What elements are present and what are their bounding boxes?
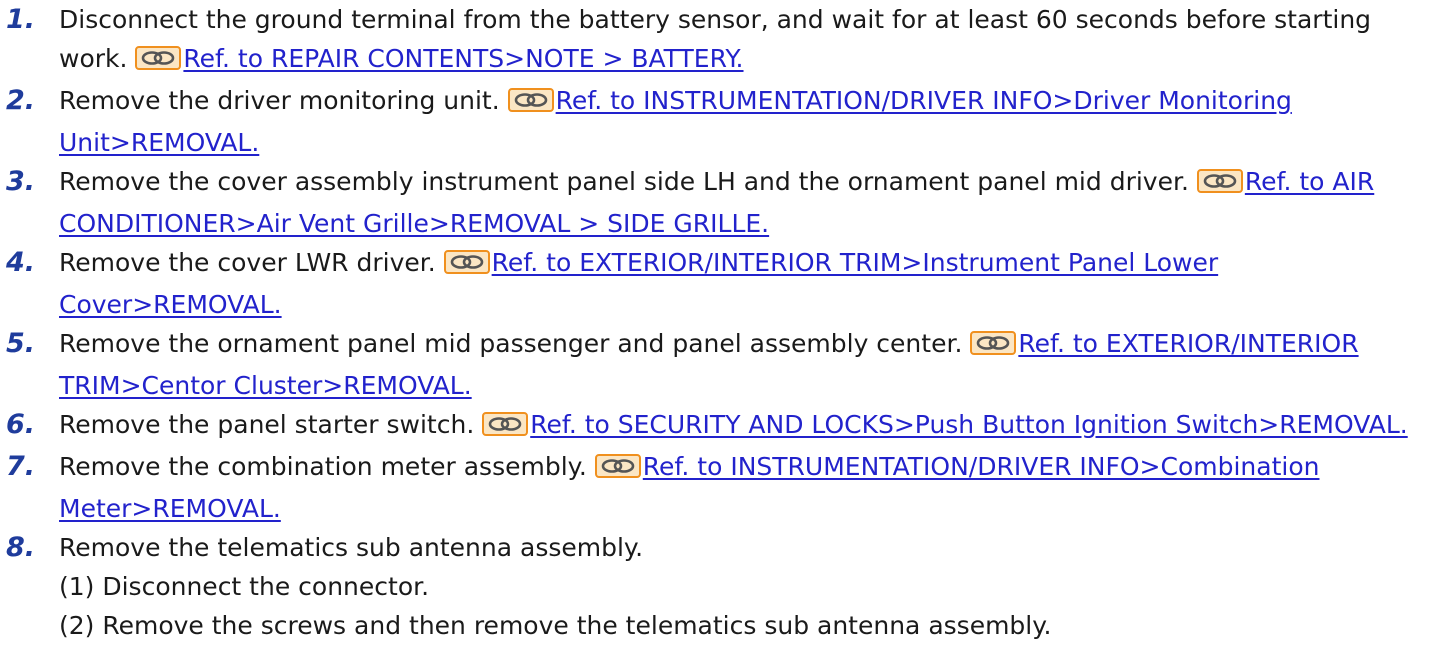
step-number: 8. [6,532,36,563]
step-text: Remove the cover LWR driver. [59,248,444,277]
step-text: Remove the ornament panel mid passenger … [59,329,971,358]
reference-link[interactable]: Ref. to REPAIR CONTENTS>NOTE > BATTERY. [135,44,744,73]
step-item: 8. Remove the telematics sub antenna ass… [0,528,1447,645]
step-number: 5. [6,328,36,359]
step-item: 3. Remove the cover assembly instrument … [0,162,1447,243]
chain-link-icon [135,42,182,81]
chain-link-icon [970,327,1017,366]
step-item: 4. Remove the cover LWR driver. Ref. to … [0,243,1447,324]
chain-link-icon [443,246,490,285]
substep-list: (1) Disconnect the connector. (2) Remove… [59,567,1437,645]
substep-item: (2) Remove the screws and then remove th… [59,611,1052,640]
step-number: 6. [6,409,36,440]
step-text: Remove the cover assembly instrument pan… [59,167,1197,196]
reference-link-text: Ref. to SECURITY AND LOCKS>Push Button I… [530,410,1408,439]
step-item: 1. Disconnect the ground terminal from t… [0,0,1447,81]
step-number: 2. [6,85,36,116]
step-item: 5. Remove the ornament panel mid passeng… [0,324,1447,405]
chain-link-icon [1196,165,1243,204]
step-number: 1. [6,4,36,35]
chain-link-icon [507,84,554,123]
step-item: 2. Remove the driver monitoring unit. Re… [0,81,1447,162]
procedure-page: 1. Disconnect the ground terminal from t… [0,0,1447,655]
chain-link-icon [482,408,529,447]
step-text: Remove the panel starter switch. [59,410,483,439]
substep-item: (1) Disconnect the connector. [59,572,430,601]
step-text: Remove the driver monitoring unit. [59,86,508,115]
step-number: 7. [6,451,36,482]
reference-link-text: Ref. to REPAIR CONTENTS>NOTE > BATTERY. [183,44,744,73]
step-text: Remove the combination meter assembly. [59,452,595,481]
step-text: Remove the telematics sub antenna assemb… [59,533,644,562]
step-list: 1. Disconnect the ground terminal from t… [0,0,1447,645]
reference-link[interactable]: Ref. to SECURITY AND LOCKS>Push Button I… [482,410,1408,439]
step-item: 6. Remove the panel starter switch. Ref.… [0,405,1447,447]
step-item: 7. Remove the combination meter assembly… [0,447,1447,528]
step-number: 4. [6,247,36,278]
step-number: 3. [6,166,36,197]
chain-link-icon [594,450,641,489]
